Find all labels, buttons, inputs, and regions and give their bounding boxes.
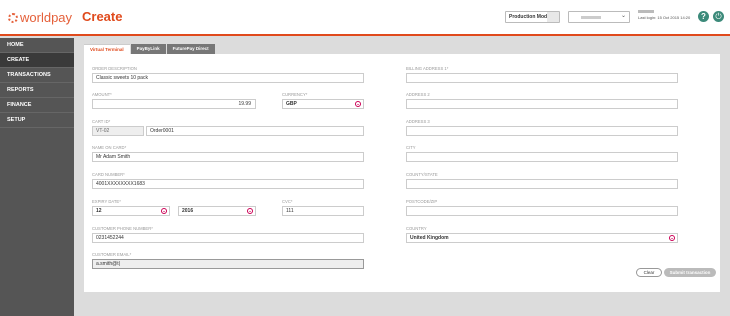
customer-phone-label: CUSTOMER PHONE NUMBER* <box>92 226 153 231</box>
currency-select[interactable]: GBP ⌄ <box>282 99 364 109</box>
logo-mark-icon <box>8 13 18 23</box>
chevron-down-icon: ⌄ <box>355 101 361 107</box>
country-value: United Kingdom <box>410 235 449 241</box>
mode-select-toggle[interactable] <box>547 12 559 22</box>
logout-power-icon[interactable]: ⏻ <box>713 11 724 22</box>
expiry-year-value: 2016 <box>182 208 194 214</box>
card-number-label: CARD NUMBER* <box>92 172 125 177</box>
chevron-down-icon: ⌄ <box>247 208 253 214</box>
sidebar-item-setup[interactable]: SETUP <box>0 113 74 128</box>
expiry-date-label: EXPIRY DATE* <box>92 199 121 204</box>
sidebar-item-create[interactable]: CREATE <box>0 53 74 68</box>
tab-paybylink[interactable]: PayByLink <box>130 44 166 54</box>
logo-text: worldpay <box>20 10 73 25</box>
order-description-input[interactable]: Classic sweets 10 pack <box>92 73 364 83</box>
expiry-year-select[interactable]: 2016 ⌄ <box>178 206 256 216</box>
main-content: Virtual Terminal PayByLink FuturePay Direc… <box>74 38 730 316</box>
expiry-month-value: 12 <box>96 208 102 214</box>
cvc-label: CVC* <box>282 199 293 204</box>
merchant-select[interactable]: ⌄ <box>568 11 630 23</box>
country-select[interactable]: United Kingdom ⌄ <box>406 233 678 243</box>
customer-email-input[interactable]: a.smith@t| <box>92 259 364 269</box>
customer-phone-input[interactable]: 0231452244 <box>92 233 364 243</box>
name-on-card-label: NAME ON CARD* <box>92 145 127 150</box>
sidebar-item-home[interactable]: HOME <box>0 38 74 53</box>
expiry-month-select[interactable]: 12 ⌄ <box>92 206 170 216</box>
order-description-label: ORDER DESCRIPTION <box>92 66 137 71</box>
amount-input[interactable]: 19.99 <box>92 99 256 109</box>
address-3-input[interactable] <box>406 126 678 136</box>
chevron-down-icon: ⌄ <box>161 208 167 214</box>
city-input[interactable] <box>406 152 678 162</box>
address-2-label: ADDRESS 2 <box>406 92 430 97</box>
top-header: worldpay Create Production Mode ⌄ Last l… <box>0 0 730 36</box>
page-title: Create <box>82 9 123 24</box>
city-label: CITY <box>406 145 416 150</box>
postcode-zip-label: POSTCODE/ZIP <box>406 199 438 204</box>
cart-id-label: CART ID* <box>92 119 111 124</box>
worldpay-logo[interactable]: worldpay <box>8 10 72 25</box>
merchant-name-redacted <box>581 16 601 19</box>
cart-id-input[interactable]: Order0001 <box>146 126 364 136</box>
name-on-card-input[interactable]: Mr Adam Smith <box>92 152 364 162</box>
county-state-input[interactable] <box>406 179 678 189</box>
user-info: Last login: 15 Oct 2015 14:20 <box>638 10 690 21</box>
card-number-input[interactable]: 4001XXXXXXXX1683 <box>92 179 364 189</box>
username-redacted <box>638 10 654 13</box>
customer-email-label: CUSTOMER EMAIL* <box>92 252 132 257</box>
cvc-input[interactable]: 111 <box>282 206 364 216</box>
clear-button[interactable]: Clear <box>636 268 662 277</box>
tab-virtual-terminal[interactable]: Virtual Terminal <box>84 44 130 54</box>
postcode-zip-input[interactable] <box>406 206 678 216</box>
tab-futurepay-direct[interactable]: FuturePay Direct <box>166 44 215 54</box>
billing-address-1-input[interactable] <box>406 73 678 83</box>
amount-label: AMOUNT* <box>92 92 112 97</box>
chevron-down-icon: ⌄ <box>669 235 675 241</box>
mode-select-label: Production Mode <box>509 14 550 20</box>
submit-transaction-button[interactable]: Submit transaction <box>664 268 716 277</box>
sidebar-item-finance[interactable]: FINANCE <box>0 98 74 113</box>
virtual-terminal-form: ORDER DESCRIPTION Classic sweets 10 pack… <box>84 54 720 292</box>
sidebar: HOME CREATE TRANSACTIONS REPORTS FINANCE… <box>0 38 74 316</box>
mode-select[interactable]: Production Mode <box>505 11 560 23</box>
cart-id-prefix: VT-02 <box>92 126 144 136</box>
sidebar-item-transactions[interactable]: TRANSACTIONS <box>0 68 74 83</box>
country-label: COUNTRY <box>406 226 427 231</box>
help-icon[interactable]: ? <box>698 11 709 22</box>
billing-address-1-label: BILLING ADDRESS 1* <box>406 66 449 71</box>
sidebar-item-reports[interactable]: REPORTS <box>0 83 74 98</box>
currency-label: CURRENCY* <box>282 92 308 97</box>
currency-value: GBP <box>286 101 297 107</box>
chevron-down-icon: ⌄ <box>620 13 626 19</box>
address-3-label: ADDRESS 3 <box>406 119 430 124</box>
last-login: Last login: 15 Oct 2015 14:20 <box>638 15 691 20</box>
county-state-label: COUNTY/STATE <box>406 172 438 177</box>
address-2-input[interactable] <box>406 99 678 109</box>
